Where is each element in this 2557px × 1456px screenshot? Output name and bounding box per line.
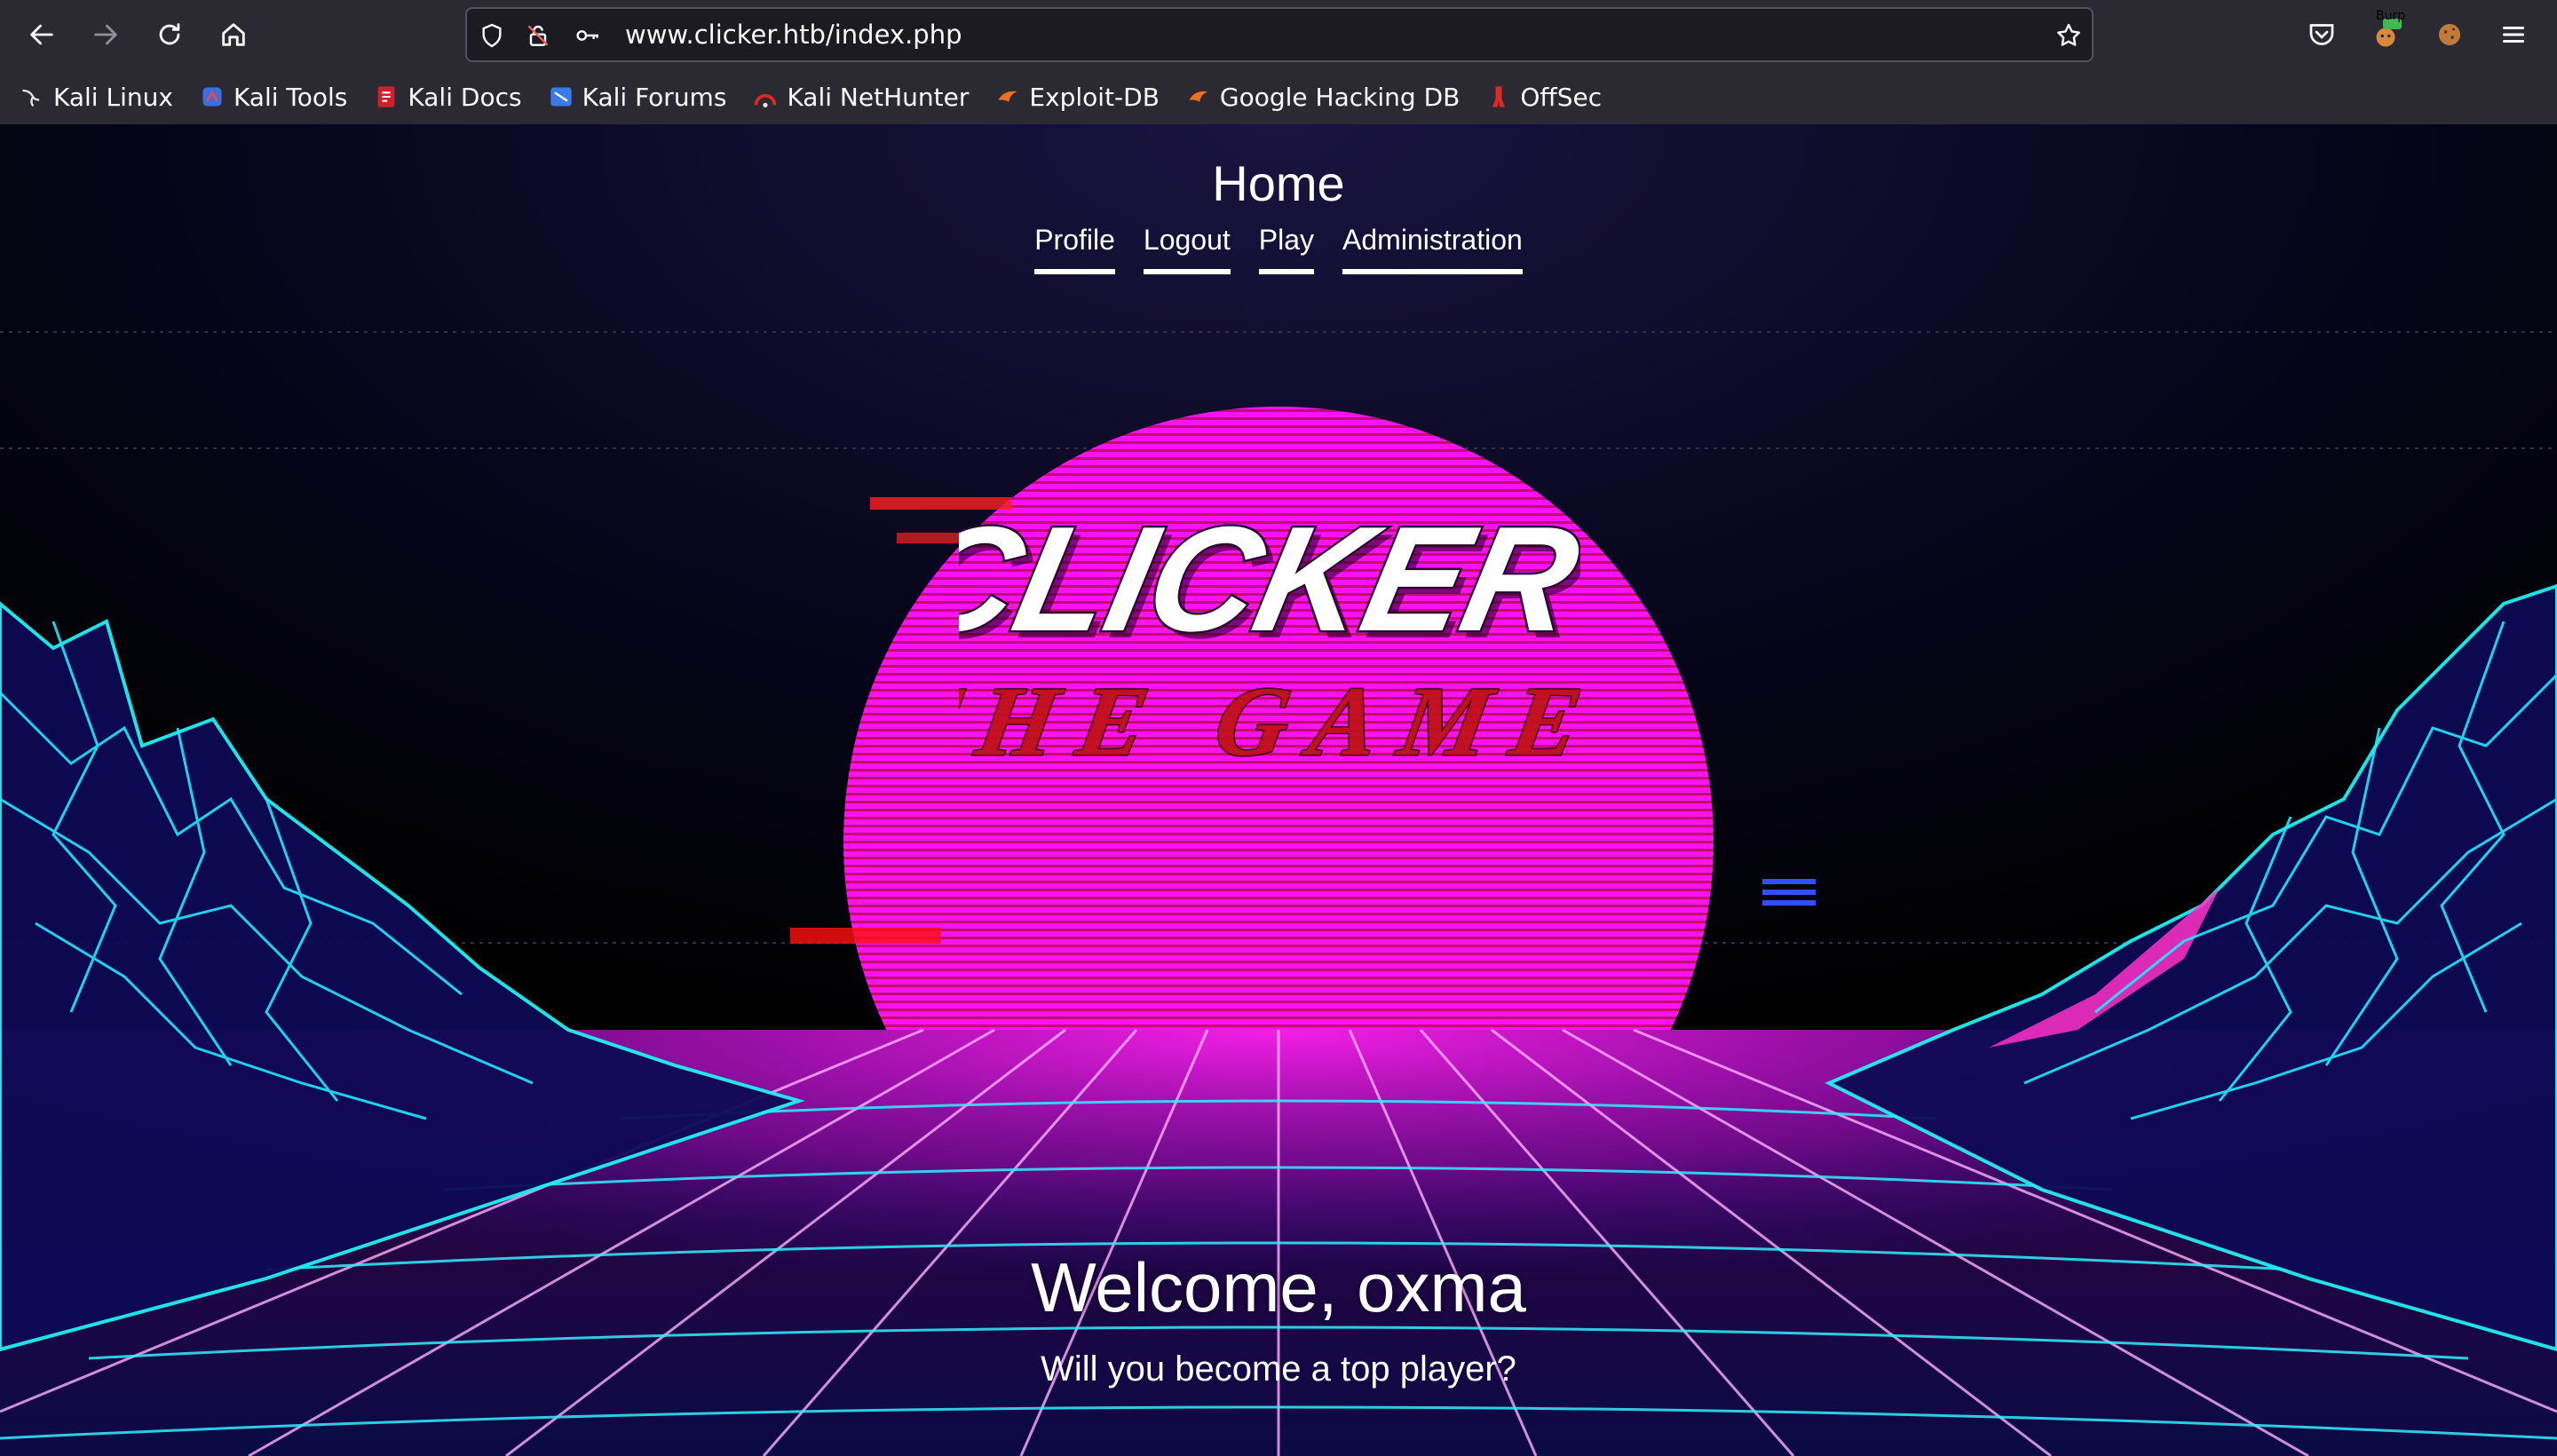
nav-link-profile[interactable]: Profile [1034,224,1115,274]
page-title: Home [1212,155,1345,211]
welcome-heading: Welcome, oxma [1031,1248,1526,1326]
bookmark-kali-linux[interactable]: Kali Linux [20,75,182,118]
bookmark-offsec[interactable]: OffSec [1486,75,1611,118]
burp-badge: Burp [2376,9,2406,23]
home-icon [222,23,245,46]
logo-subtitle: THE GAME [959,667,1580,777]
nav-link-administration[interactable]: Administration [1342,224,1523,274]
key-icon[interactable] [572,20,604,51]
kali-tools-icon [200,84,225,109]
bookmark-kali-nethunter[interactable]: Kali NetHunter [753,75,978,118]
bookmarks-toolbar: Kali Linux Kali Tools Kali Docs Kali For… [0,69,2557,124]
nav-link-logout[interactable]: Logout [1143,224,1231,274]
kali-docs-icon [374,84,399,109]
main-nav: Profile Logout Play Administration [0,224,2557,274]
bookmark-star-icon[interactable] [2053,20,2085,51]
url-text[interactable]: www.clicker.htb/index.php [625,9,962,60]
exploit-db-icon [995,84,1020,109]
bookmark-google-hacking-db[interactable]: Google Hacking DB [1186,75,1468,118]
forward-button[interactable] [85,14,126,55]
kali-nethunter-icon [753,84,778,109]
bookmark-exploit-db[interactable]: Exploit-DB [995,75,1168,118]
reload-button[interactable] [149,14,190,55]
kali-dragon-icon [20,84,44,109]
bookmark-kali-tools[interactable]: Kali Tools [200,75,356,118]
back-arrow-icon [30,24,53,45]
insecure-lock-icon[interactable] [522,20,554,51]
back-button[interactable] [21,14,62,55]
forward-arrow-icon [94,24,117,45]
cookie-extension-button[interactable] [2429,14,2470,55]
bookmark-kali-forums[interactable]: Kali Forums [549,75,736,118]
url-bar[interactable]: www.clicker.htb/index.php [465,7,2094,62]
logo-title: CLICKER [959,495,1580,662]
hamburger-menu-icon [2503,27,2524,43]
burp-extension-icon [2376,19,2402,47]
page-viewport: Home Profile Logout Play Administration … [0,124,2557,1456]
offsec-icon [1486,84,1511,109]
kali-forums-icon [549,84,574,109]
pocket-icon [2309,24,2334,45]
ghdb-icon [1186,84,1211,109]
browser-toolbar: www.clicker.htb/index.php Burp [0,0,2557,69]
pocket-button[interactable] [2301,14,2342,55]
home-button[interactable] [213,14,254,55]
cookie-icon [2439,24,2460,45]
nav-link-play[interactable]: Play [1258,224,1315,274]
tracking-shield-icon[interactable] [476,20,508,51]
welcome-subtitle: Will you become a top player? [1041,1349,1516,1389]
browser-window: www.clicker.htb/index.php Burp Kali Linu… [0,0,2557,1456]
bookmark-kali-docs[interactable]: Kali Docs [374,75,530,118]
app-menu-button[interactable] [2493,14,2534,55]
clicker-logo: CLICKER CLICKER THE GAME [959,493,1580,778]
reload-icon [159,23,180,45]
